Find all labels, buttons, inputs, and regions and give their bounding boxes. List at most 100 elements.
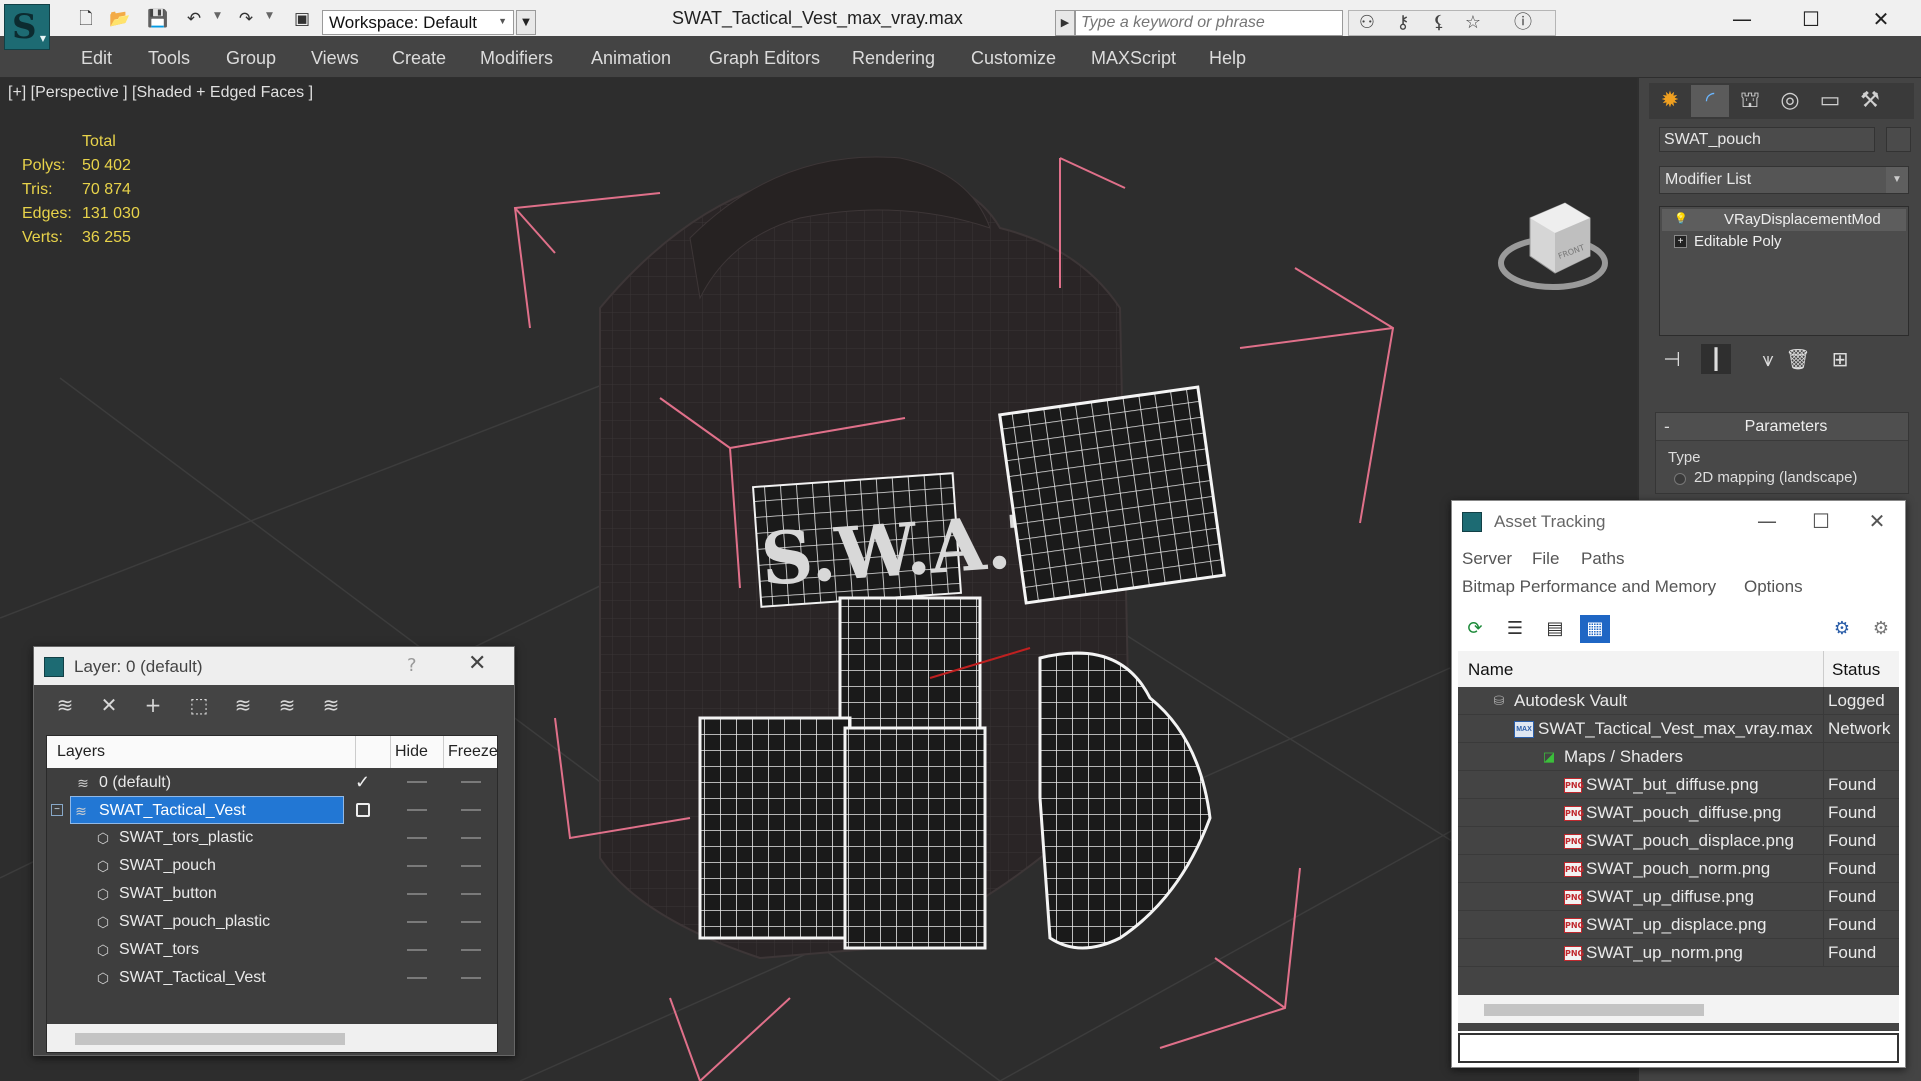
make-unique-icon[interactable]: ⩛ [1753, 344, 1783, 374]
column-name[interactable]: Name [1468, 660, 1513, 680]
menu-create[interactable]: Create [392, 48, 446, 69]
close-icon[interactable]: ✕ [1851, 2, 1911, 36]
table-view-icon[interactable]: ▦ [1580, 615, 1610, 643]
close-icon[interactable]: ✕ [468, 651, 486, 676]
layer-object-row[interactable]: ⬡ SWAT_pouch [47, 852, 497, 880]
object-name-field[interactable] [1659, 127, 1875, 152]
freeze-toggle[interactable] [461, 837, 481, 839]
layer-object-row[interactable]: ⬡ SWAT_tors [47, 936, 497, 964]
refresh-icon[interactable]: ⟳ [1460, 615, 1490, 643]
workspace-dropdown[interactable]: Workspace: Default ▼ [322, 10, 514, 35]
layer-window-titlebar[interactable]: Layer: 0 (default) ? ✕ [34, 647, 514, 685]
column-freeze[interactable]: Freeze [448, 743, 498, 761]
freeze-toggle[interactable] [461, 977, 481, 979]
column-hide[interactable]: Hide [395, 743, 428, 761]
layer-object-row[interactable]: ⬡ SWAT_tors_plastic [47, 824, 497, 852]
freeze-toggle[interactable] [461, 809, 481, 811]
asset-row-png[interactable]: PNG SWAT_but_diffuse.png Found [1458, 771, 1899, 799]
freeze-toggle[interactable] [461, 893, 481, 895]
maximize-icon[interactable]: ☐ [1798, 507, 1844, 535]
horizontal-scrollbar[interactable] [1458, 995, 1899, 1023]
menu-bitmap-performance[interactable]: Bitmap Performance and Memory [1462, 577, 1716, 597]
hide-toggle[interactable] [407, 921, 427, 923]
mapping-radio[interactable] [1674, 473, 1686, 485]
create-icon[interactable]: ✹ [1651, 85, 1689, 117]
undo-icon[interactable]: ↶ [182, 8, 206, 30]
asset-row-png[interactable]: PNG SWAT_up_displace.png Found [1458, 911, 1899, 939]
hide-toggle[interactable] [407, 865, 427, 867]
motion-icon[interactable]: ◎ [1771, 85, 1809, 117]
menu-paths[interactable]: Paths [1581, 549, 1624, 569]
viewport-label[interactable]: [+] [Perspective ] [Shaded + Edged Faces… [8, 84, 313, 102]
stack-item-vraydisplacementmod[interactable]: 💡 VRayDisplacementMod [1662, 209, 1906, 231]
vault-help-icon[interactable]: ⚙ [1827, 615, 1857, 643]
asset-row-max-file[interactable]: MAX SWAT_Tactical_Vest_max_vray.max Netw… [1458, 715, 1899, 743]
project-icon[interactable]: ▣ [290, 8, 314, 30]
asset-row-png[interactable]: PNG SWAT_up_norm.png Found [1458, 939, 1899, 967]
layer-object-row[interactable]: ⬡ SWAT_button [47, 880, 497, 908]
horizontal-scrollbar[interactable] [47, 1024, 497, 1052]
hide-all-layers-icon[interactable]: ≋ [270, 691, 304, 719]
satellite-icon[interactable]: ⚸ [1425, 13, 1453, 33]
vault-settings-icon[interactable]: ⚙ [1866, 615, 1896, 643]
save-icon[interactable]: 💾 [146, 8, 170, 30]
asset-row-png[interactable]: PNG SWAT_pouch_norm.png Found [1458, 855, 1899, 883]
collapse-icon[interactable]: − [51, 804, 63, 816]
menu-graph-editors[interactable]: Graph Editors [709, 48, 820, 69]
tree-view-icon[interactable]: ▤ [1540, 615, 1570, 643]
add-to-layer-icon[interactable]: + [136, 691, 170, 719]
menu-maxscript[interactable]: MAXScript [1091, 48, 1176, 69]
display-icon[interactable]: ▭ [1811, 85, 1849, 117]
freeze-all-layers-icon[interactable]: ≋ [314, 691, 348, 719]
scrollbar-thumb[interactable] [75, 1033, 345, 1045]
asset-row-png[interactable]: PNG SWAT_up_diffuse.png Found [1458, 883, 1899, 911]
scrollbar-thumb[interactable] [1484, 1004, 1704, 1016]
list-view-icon[interactable]: ☰ [1500, 615, 1530, 643]
hierarchy-icon[interactable]: ⛫ [1731, 85, 1769, 117]
asset-row-maps[interactable]: ◪ Maps / Shaders [1458, 743, 1899, 771]
menu-tools[interactable]: Tools [148, 48, 190, 69]
select-objects-icon[interactable]: ⬚ [182, 691, 216, 719]
pin-stack-icon[interactable]: ⊣ [1657, 344, 1687, 374]
parameters-rollout-header[interactable]: - Parameters [1656, 413, 1908, 441]
menu-options[interactable]: Options [1744, 577, 1803, 597]
asset-row-vault[interactable]: ⛁ Autodesk Vault Logged [1458, 687, 1899, 715]
maximize-icon[interactable]: ☐ [1781, 2, 1841, 36]
freeze-toggle[interactable] [461, 949, 481, 951]
delete-layer-icon[interactable]: ✕ [92, 691, 126, 719]
redo-icon[interactable]: ↷ [234, 8, 258, 30]
highlight-layer-icon[interactable]: ≋ [226, 691, 260, 719]
layer-row-swat-tactical-vest[interactable]: − ≋ SWAT_Tactical_Vest [47, 796, 497, 824]
show-end-result-icon[interactable]: ┃ [1701, 344, 1731, 374]
minimize-icon[interactable]: — [1712, 2, 1772, 36]
layer-object-row[interactable]: ⬡ SWAT_Tactical_Vest [47, 964, 497, 992]
search-input[interactable] [1075, 10, 1343, 36]
freeze-toggle[interactable] [461, 921, 481, 923]
expand-plus-icon[interactable]: + [1674, 235, 1687, 248]
hide-toggle[interactable] [407, 781, 427, 783]
hide-toggle[interactable] [407, 893, 427, 895]
binoculars-icon[interactable]: ⚇ [1353, 13, 1381, 33]
star-icon[interactable]: ☆ [1459, 13, 1487, 33]
open-file-icon[interactable]: 📂 [108, 8, 132, 30]
modifier-list-dropdown[interactable]: Modifier List ▼ [1659, 166, 1909, 194]
app-menu-button[interactable]: S ▼ [4, 4, 50, 50]
make-current-checkbox[interactable] [356, 803, 370, 817]
close-icon[interactable]: ✕ [1854, 507, 1900, 535]
column-layers[interactable]: Layers [57, 743, 105, 761]
menu-server[interactable]: Server [1462, 549, 1512, 569]
menu-group[interactable]: Group [226, 48, 276, 69]
configure-sets-icon[interactable]: ⊞ [1825, 344, 1855, 374]
menu-rendering[interactable]: Rendering [852, 48, 935, 69]
freeze-toggle[interactable] [461, 865, 481, 867]
hide-toggle[interactable] [407, 949, 427, 951]
menu-customize[interactable]: Customize [971, 48, 1056, 69]
hide-toggle[interactable] [407, 977, 427, 979]
modify-icon[interactable]: ◜ [1691, 85, 1729, 117]
column-status[interactable]: Status [1832, 660, 1880, 680]
menu-file[interactable]: File [1532, 549, 1559, 569]
redo-dropdown-icon[interactable]: ▼ [266, 11, 273, 21]
lightbulb-icon[interactable]: 💡 [1674, 213, 1688, 226]
minimize-icon[interactable]: — [1744, 507, 1790, 535]
help-icon[interactable]: ? [407, 655, 417, 676]
